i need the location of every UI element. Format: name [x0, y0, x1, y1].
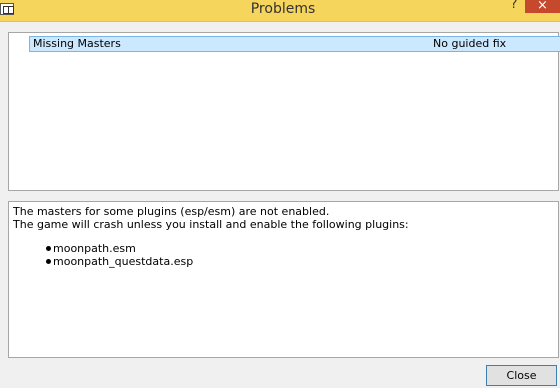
description-line-1: The masters for some plugins (esp/esm) a… [13, 205, 330, 218]
plugin-name: moonpath_questdata.esp [53, 255, 194, 268]
missing-plugins-list: moonpath.esm moonpath_questdata.esp [44, 242, 193, 268]
problems-list[interactable]: Missing Masters No guided fix [8, 32, 560, 191]
help-button[interactable]: ? [507, 0, 521, 14]
close-button[interactable]: Close [486, 365, 557, 386]
plugin-name: moonpath.esm [53, 242, 136, 255]
window-title: Problems [250, 1, 316, 17]
problem-description: The masters for some plugins (esp/esm) a… [13, 205, 409, 231]
list-item: moonpath.esm [44, 242, 193, 255]
problem-fix-status: No guided fix [433, 37, 507, 50]
problem-title: Missing Masters [33, 37, 121, 50]
title-bar: Problems ? × [0, 0, 560, 22]
problem-row-missing-masters[interactable]: Missing Masters No guided fix [29, 36, 560, 52]
description-line-2: The game will crash unless you install a… [13, 218, 409, 231]
bullet-icon [46, 246, 51, 251]
bullet-icon [46, 259, 51, 264]
window-close-button[interactable]: × [525, 0, 560, 13]
list-item: moonpath_questdata.esp [44, 255, 193, 268]
problem-details-panel: The masters for some plugins (esp/esm) a… [8, 201, 559, 358]
